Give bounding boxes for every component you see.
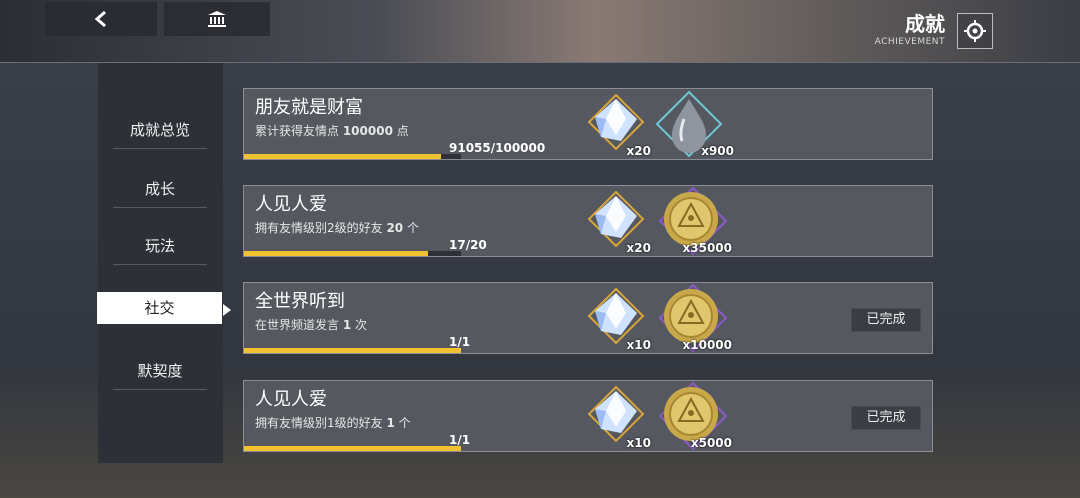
achievement-card: 人见人爱 拥有友情级别1级的好友 1 个 1/1 x10 x5000 已完成 [243,380,933,452]
reward-count: x10 [626,436,651,450]
achievement-title: 全世界听到 [255,291,345,312]
active-indicator [223,304,231,316]
achievement-desc: 在世界频道发言 1 次 [255,318,368,332]
sidebar-item-social[interactable]: 社交 [97,292,222,324]
achievement-title: 人见人爱 [255,194,327,215]
sidebar-item-overview[interactable]: 成就总览 [113,118,207,149]
progress-text: 1/1 [449,433,471,447]
reward-item[interactable]: x10 [581,283,653,353]
sidebar-item-growth[interactable]: 成长 [113,177,207,208]
settings-button[interactable] [957,13,993,49]
reward-count: x20 [626,144,651,158]
gear-icon [964,20,986,42]
progress-fill [244,154,442,159]
sidebar-item-gameplay[interactable]: 玩法 [113,234,207,265]
progress-bar [244,154,461,159]
reward-count: x5000 [690,436,732,450]
achievement-desc: 累计获得友情点 100000 点 [255,124,409,138]
achievement-title: 人见人爱 [255,389,327,410]
reward-count: x20 [626,241,651,255]
achievement-desc: 拥有友情级别2级的好友 20 个 [255,221,419,235]
achievement-card: 全世界听到 在世界频道发言 1 次 1/1 x10 x10000 已完成 [243,282,933,354]
main-area: 成就总览 成长 玩法 社交 默契度 朋友就是财富 累计获得友情点 100000 … [0,63,1080,498]
progress-fill [244,446,461,451]
back-arrow-icon [94,10,106,28]
reward-item[interactable]: x900 [654,89,736,159]
progress-fill [244,348,461,353]
reward-item[interactable]: x20 [581,186,653,256]
reward-item[interactable]: x5000 [658,381,734,451]
progress-text: 1/1 [449,335,471,349]
reward-item[interactable]: x20 [581,89,653,159]
home-button[interactable] [164,2,270,36]
achievement-card: 朋友就是财富 累计获得友情点 100000 点 91055/100000 x20… [243,88,933,160]
reward-item[interactable]: x10000 [658,283,734,353]
back-button[interactable] [45,2,157,36]
progress-text: 91055/100000 [449,141,546,155]
completed-badge: 已完成 [851,406,921,430]
reward-count: x10 [626,338,651,352]
reward-count: x10000 [682,338,733,352]
page-title: 成就 [905,12,945,36]
reward-item[interactable]: x35000 [658,186,734,256]
reward-item[interactable]: x10 [581,381,653,451]
progress-text: 17/20 [449,238,487,252]
sidebar: 成就总览 成长 玩法 社交 默契度 [97,63,223,463]
top-bar: 成就 ACHIEVEMENT [0,0,1080,63]
progress-fill [244,251,429,256]
page-title-block: 成就 ACHIEVEMENT [875,12,945,47]
reward-count: x35000 [682,241,733,255]
completed-badge: 已完成 [851,308,921,332]
bank-icon [208,11,226,27]
page-subtitle: ACHIEVEMENT [874,37,945,47]
achievement-desc: 拥有友情级别1级的好友 1 个 [255,416,411,430]
progress-bar [244,251,461,256]
achievement-card: 人见人爱 拥有友情级别2级的好友 20 个 17/20 x20 x35000 [243,185,933,257]
reward-count: x900 [701,144,734,158]
achievement-title: 朋友就是财富 [255,97,363,118]
sidebar-item-rapport[interactable]: 默契度 [113,359,207,390]
progress-bar [244,446,461,451]
progress-bar [244,348,461,353]
